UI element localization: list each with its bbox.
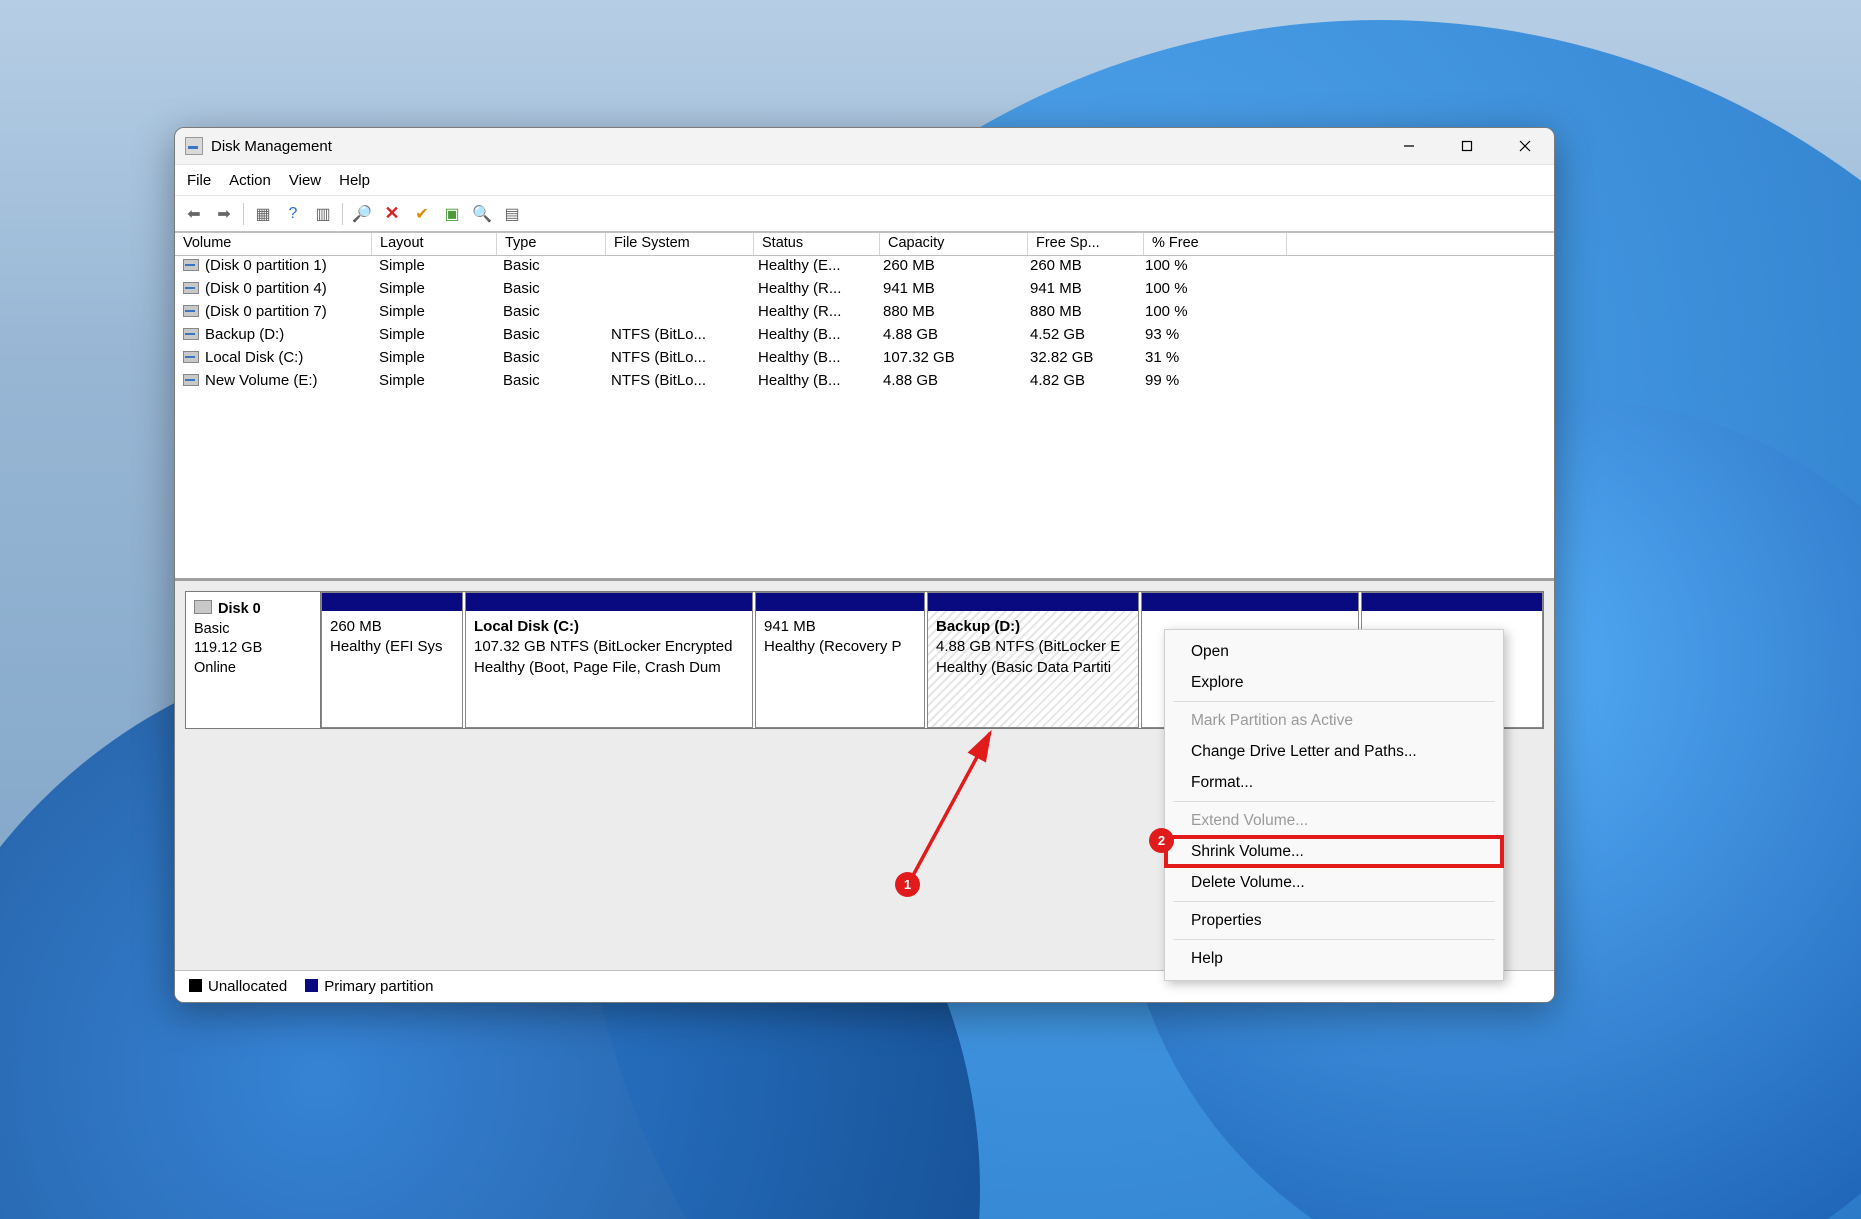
ctx-extend-volume: Extend Volume... [1165,805,1503,836]
ctx-help[interactable]: Help [1165,943,1503,974]
separator [342,203,343,225]
col-type: Type [497,233,606,255]
add-icon[interactable]: ▣ [439,201,465,227]
ctx-explore[interactable]: Explore [1165,667,1503,698]
titlebar[interactable]: Disk Management [175,128,1554,164]
menubar: File Action View Help [175,164,1554,195]
maximize-button[interactable] [1438,128,1496,164]
panel-icon[interactable]: ▥ [310,201,336,227]
search-icon[interactable]: 🔍 [469,201,495,227]
help-icon[interactable]: ? [280,201,306,227]
col-filesystem: File System [606,233,754,255]
back-icon[interactable]: ⬅ [181,201,207,227]
disk-icon [194,600,212,614]
window-title: Disk Management [211,138,1380,155]
menu-view[interactable]: View [289,172,321,189]
check-icon[interactable]: ✔ [409,201,435,227]
ctx-open[interactable]: Open [1165,636,1503,667]
ctx-format[interactable]: Format... [1165,767,1503,798]
col-free: Free Sp... [1028,233,1144,255]
delete-icon[interactable]: ✕ [379,201,405,227]
menu-help[interactable]: Help [339,172,370,189]
menu-action[interactable]: Action [229,172,271,189]
table-row[interactable]: Backup (D:)SimpleBasicNTFS (BitLo...Heal… [175,325,1554,348]
close-button[interactable] [1496,128,1554,164]
column-headers[interactable]: Volume Layout Type File System Status Ca… [175,233,1554,256]
annotation-badge-1: 1 [895,872,920,897]
partition-block[interactable]: Backup (D:)4.88 GB NTFS (BitLocker EHeal… [927,592,1139,728]
ctx-delete-volume[interactable]: Delete Volume... [1165,867,1503,898]
table-row[interactable]: (Disk 0 partition 7)SimpleBasicHealthy (… [175,302,1554,325]
volume-list: Volume Layout Type File System Status Ca… [175,233,1554,578]
ctx-mark-active: Mark Partition as Active [1165,705,1503,736]
separator [243,203,244,225]
table-row[interactable]: (Disk 0 partition 1)SimpleBasicHealthy (… [175,256,1554,279]
table-row[interactable]: Local Disk (C:)SimpleBasicNTFS (BitLo...… [175,348,1554,371]
partition-block[interactable]: 260 MBHealthy (EFI Sys [321,592,463,728]
ctx-properties[interactable]: Properties [1165,905,1503,936]
col-capacity: Capacity [880,233,1028,255]
col-pctfree: % Free [1144,233,1287,255]
find-icon[interactable]: 🔎 [349,201,375,227]
ctx-shrink-volume[interactable]: Shrink Volume... [1165,836,1503,867]
minimize-button[interactable] [1380,128,1438,164]
context-menu: Open Explore Mark Partition as Active Ch… [1164,629,1504,981]
col-layout: Layout [372,233,497,255]
disk-label[interactable]: Disk 0 Basic 119.12 GB Online [186,592,321,728]
show-hide-icon[interactable]: ▦ [250,201,276,227]
partition-block[interactable]: 941 MBHealthy (Recovery P [755,592,925,728]
annotation-badge-2: 2 [1149,828,1174,853]
table-row[interactable]: (Disk 0 partition 4)SimpleBasicHealthy (… [175,279,1554,302]
forward-icon[interactable]: ➡ [211,201,237,227]
app-icon [185,137,203,155]
menu-file[interactable]: File [187,172,211,189]
toolbar: ⬅ ➡ ▦ ? ▥ 🔎 ✕ ✔ ▣ 🔍 ▤ [175,195,1554,233]
legend-primary-swatch [305,979,318,992]
col-status: Status [754,233,880,255]
partition-block[interactable]: Local Disk (C:)107.32 GB NTFS (BitLocker… [465,592,753,728]
ctx-change-letter[interactable]: Change Drive Letter and Paths... [1165,736,1503,767]
list-icon[interactable]: ▤ [499,201,525,227]
col-volume: Volume [175,233,372,255]
table-row[interactable]: New Volume (E:)SimpleBasicNTFS (BitLo...… [175,371,1554,394]
legend-unallocated-swatch [189,979,202,992]
